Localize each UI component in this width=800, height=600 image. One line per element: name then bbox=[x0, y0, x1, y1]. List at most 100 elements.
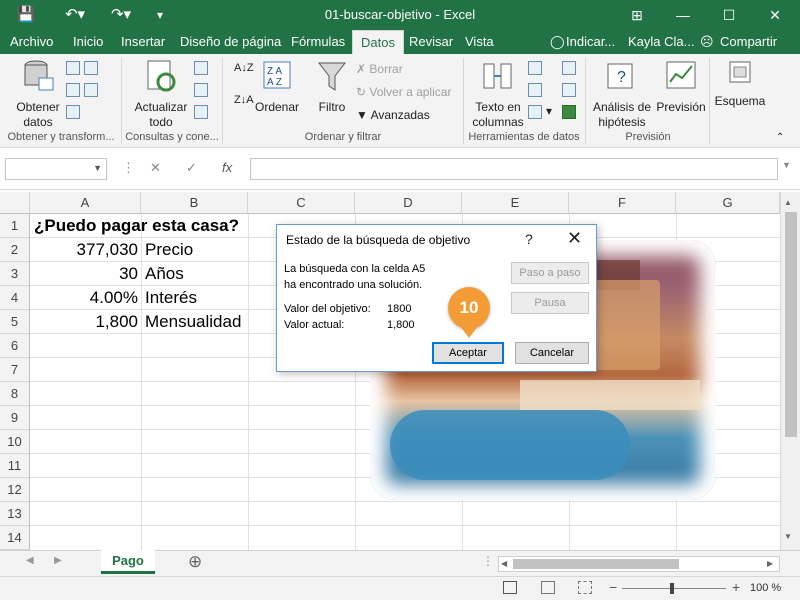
text-to-columns-button[interactable]: Texto en columnas bbox=[470, 58, 526, 130]
sheet-tab-pago[interactable]: Pago bbox=[101, 550, 155, 574]
row-header[interactable]: 13 bbox=[0, 502, 30, 526]
expand-formula-icon[interactable]: ▼ bbox=[782, 160, 791, 170]
close-button[interactable]: ✕ bbox=[752, 0, 798, 30]
sort-asc-icon[interactable]: A↓Z bbox=[234, 62, 254, 74]
scroll-up-icon[interactable]: ▲ bbox=[784, 198, 792, 207]
horizontal-scrollbar[interactable]: ◀ ▶ bbox=[498, 556, 780, 572]
advanced-button[interactable]: ▼ Avanzadas bbox=[356, 108, 430, 122]
from-table-icon[interactable] bbox=[66, 104, 84, 119]
tab-diseno[interactable]: Diseño de página bbox=[172, 30, 289, 54]
zoom-in-icon[interactable]: + bbox=[732, 579, 740, 595]
column-header-f[interactable]: F bbox=[569, 192, 676, 214]
collapse-ribbon-icon[interactable]: ⌃ bbox=[776, 132, 784, 143]
tab-split-handle-icon[interactable]: ⋮ bbox=[482, 554, 494, 568]
scroll-left-icon[interactable]: ◀ bbox=[501, 559, 507, 568]
insert-function-icon[interactable]: fx bbox=[222, 160, 232, 175]
zoom-out-icon[interactable]: − bbox=[609, 579, 617, 595]
cell-b3-label[interactable]: Años bbox=[145, 262, 184, 286]
zoom-slider[interactable] bbox=[622, 583, 726, 594]
cell-b5-label[interactable]: Mensualidad bbox=[145, 310, 241, 334]
filter-button[interactable]: Filtro bbox=[312, 58, 352, 115]
column-header-e[interactable]: E bbox=[462, 192, 569, 214]
maximize-button[interactable]: ☐ bbox=[706, 0, 752, 30]
refresh-all-button[interactable]: Actualizar todo bbox=[130, 58, 192, 130]
prev-sheet-icon[interactable]: ◀ bbox=[26, 555, 34, 566]
from-web-icon[interactable] bbox=[66, 82, 102, 97]
outline-button[interactable]: Esquema bbox=[714, 58, 766, 109]
scroll-right-icon[interactable]: ▶ bbox=[767, 559, 773, 568]
normal-view-icon[interactable] bbox=[503, 581, 517, 594]
row-header[interactable]: 4 bbox=[0, 286, 30, 310]
row-header[interactable]: 11 bbox=[0, 454, 30, 478]
data-model-icon[interactable] bbox=[562, 104, 580, 119]
minimize-button[interactable]: — bbox=[660, 0, 706, 30]
get-data-button[interactable]: Obtener datos bbox=[10, 58, 66, 130]
tab-datos[interactable]: Datos bbox=[352, 30, 404, 54]
sort-button[interactable]: Z A A Z Ordenar bbox=[254, 58, 300, 115]
column-header-c[interactable]: C bbox=[248, 192, 355, 214]
tab-inicio[interactable]: Inicio bbox=[65, 30, 111, 54]
remove-duplicates-icon[interactable] bbox=[528, 82, 546, 97]
what-if-button[interactable]: ? Análisis de hipótesis bbox=[592, 58, 652, 130]
share-button[interactable]: Compartir bbox=[720, 30, 777, 54]
cancel-formula-icon[interactable]: ✕ bbox=[150, 160, 161, 176]
row-header[interactable]: 6 bbox=[0, 334, 30, 358]
help-icon[interactable]: ? bbox=[525, 231, 533, 247]
name-box[interactable]: ▼ bbox=[5, 158, 107, 180]
tab-revisar[interactable]: Revisar bbox=[401, 30, 461, 54]
pause-button[interactable]: Pausa bbox=[511, 292, 589, 314]
data-validation-icon[interactable]: ▾ bbox=[528, 104, 552, 119]
vertical-scrollbar[interactable]: ▲ ▼ bbox=[780, 192, 800, 550]
row-header[interactable]: 7 bbox=[0, 358, 30, 382]
step-button[interactable]: Paso a paso bbox=[511, 262, 589, 284]
page-layout-icon[interactable] bbox=[541, 581, 555, 594]
row-header[interactable]: 2 bbox=[0, 238, 30, 262]
flash-fill-icon[interactable] bbox=[528, 60, 546, 75]
next-sheet-icon[interactable]: ▶ bbox=[54, 555, 62, 566]
column-header-d[interactable]: D bbox=[355, 192, 462, 214]
row-header[interactable]: 1 bbox=[0, 214, 30, 238]
accept-button[interactable]: Aceptar bbox=[432, 342, 504, 364]
sort-desc-icon[interactable]: Z↓A bbox=[234, 94, 254, 106]
select-all-corner[interactable] bbox=[0, 192, 30, 214]
page-break-icon[interactable] bbox=[578, 581, 592, 594]
zoom-level[interactable]: 100 % bbox=[750, 582, 781, 594]
relationships-icon[interactable] bbox=[562, 82, 580, 97]
reapply-button[interactable]: ↻ Volver a aplicar bbox=[356, 85, 451, 99]
dialog-close-icon[interactable]: ✕ bbox=[567, 228, 582, 249]
enter-formula-icon[interactable]: ✓ bbox=[186, 160, 197, 176]
cell-a5-payment[interactable]: 1,800 bbox=[32, 310, 138, 334]
row-header[interactable]: 5 bbox=[0, 310, 30, 334]
cell-a3-years[interactable]: 30 bbox=[32, 262, 138, 286]
cell-a2-price[interactable]: 377,030 bbox=[32, 238, 138, 262]
row-header[interactable]: 14 bbox=[0, 526, 30, 550]
cell-b4-label[interactable]: Interés bbox=[145, 286, 197, 310]
edit-links-icon[interactable] bbox=[194, 104, 212, 119]
scrollbar-thumb[interactable] bbox=[785, 212, 797, 437]
zoom-slider-thumb[interactable] bbox=[670, 583, 674, 594]
row-header[interactable]: 12 bbox=[0, 478, 30, 502]
column-header-g[interactable]: G bbox=[676, 192, 780, 214]
lightbulb-icon[interactable]: ◯ bbox=[550, 30, 565, 54]
person-icon[interactable]: ☹ bbox=[700, 30, 714, 54]
user-name[interactable]: Kayla Cla... bbox=[628, 30, 694, 54]
tell-me-box[interactable]: Indicar... bbox=[566, 30, 615, 54]
restore-icon[interactable]: ⊞ bbox=[614, 0, 660, 30]
row-header[interactable]: 10 bbox=[0, 430, 30, 454]
cell-a1-title[interactable]: ¿Puedo pagar esta casa? bbox=[34, 214, 239, 238]
hscroll-thumb[interactable] bbox=[513, 559, 679, 569]
column-header-b[interactable]: B bbox=[141, 192, 248, 214]
cell-a4-rate[interactable]: 4.00% bbox=[32, 286, 138, 310]
row-header[interactable]: 9 bbox=[0, 406, 30, 430]
column-header-a[interactable]: A bbox=[30, 192, 141, 214]
consolidate-icon[interactable] bbox=[562, 60, 580, 75]
cancel-button[interactable]: Cancelar bbox=[515, 342, 589, 364]
chevron-down-icon[interactable]: ▼ bbox=[93, 163, 102, 173]
queries-icon[interactable] bbox=[194, 60, 212, 75]
properties-icon[interactable] bbox=[194, 82, 212, 97]
forecast-button[interactable]: Previsión bbox=[654, 58, 708, 115]
tab-archivo[interactable]: Archivo bbox=[2, 30, 61, 54]
add-sheet-icon[interactable]: ⊕ bbox=[188, 552, 202, 572]
clear-filter-button[interactable]: ✗ Borrar bbox=[356, 62, 403, 76]
cell-b2-label[interactable]: Precio bbox=[145, 238, 193, 262]
